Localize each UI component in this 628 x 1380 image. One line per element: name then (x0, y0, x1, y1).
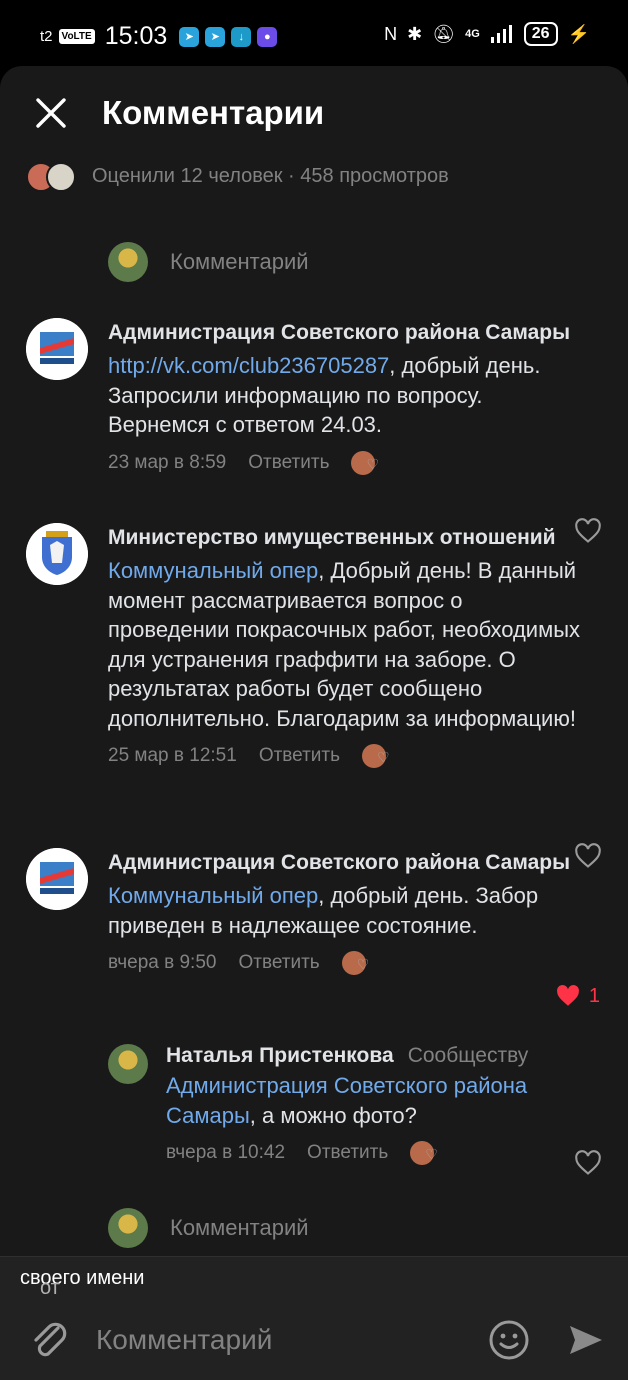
avatar[interactable] (108, 1044, 148, 1084)
close-icon[interactable] (34, 96, 68, 130)
sender-prefix: от (40, 1277, 60, 1299)
bluetooth-icon: ✱ (407, 23, 423, 44)
signal-icon (490, 25, 512, 43)
nfc-icon: N (384, 23, 398, 44)
carrier-label: t2 (40, 28, 53, 45)
admin-logo-icon (26, 318, 88, 380)
send-icon[interactable] (566, 1320, 606, 1360)
paperclip-icon[interactable] (28, 1318, 68, 1362)
network-type: 4G (465, 28, 480, 40)
avatar (108, 1208, 148, 1248)
reply-button[interactable]: Ответить (238, 952, 319, 974)
sender-name[interactable]: своего имени (20, 1267, 144, 1289)
author-like-indicator: ♡ (362, 743, 396, 769)
comment-text: Коммунальный опер, Добрый день! В данный… (108, 558, 581, 731)
comment-placeholder: Комментарий (170, 249, 309, 274)
like-button[interactable]: 1 (555, 984, 600, 1008)
comment-input-top[interactable]: Комментарий (108, 242, 309, 282)
avatar (46, 162, 76, 192)
reply-button[interactable]: Ответить (248, 452, 329, 474)
comment-author[interactable]: Наталья Пристенкова (166, 1044, 394, 1068)
like-heart-filled-icon (556, 985, 579, 1006)
admin-logo-icon (26, 848, 88, 910)
download-app-icon: ↓ (231, 26, 252, 47)
avatar[interactable] (26, 523, 88, 585)
messenger-icon: ● (257, 26, 278, 47)
like-heart-icon[interactable] (574, 1150, 602, 1176)
comments-sheet: Комментарии Оценили 12 человек · 458 про… (0, 66, 628, 1380)
telegram-icon: ➤ (179, 26, 200, 47)
avatar[interactable] (26, 848, 88, 910)
comment-date: 25 мар в 12:51 (108, 745, 237, 766)
emoji-icon[interactable] (488, 1319, 530, 1361)
comment-text: http://vk.com/club236705287, добрый день… (108, 353, 541, 437)
comment-composer: Комментарий (0, 1300, 628, 1380)
mention-link[interactable]: http://vk.com/club236705287 (108, 353, 389, 378)
charging-icon: ⚡ (567, 23, 590, 44)
comment-date: 23 мар в 8:59 (108, 451, 227, 473)
coat-of-arms-icon (26, 523, 88, 585)
comment-text: Администрация Советского района Самары, … (166, 1073, 528, 1128)
author-like-indicator: ♡ (351, 450, 385, 476)
author-like-indicator: ♡ (410, 1140, 444, 1166)
post-stats[interactable]: Оценили 12 человек · 458 просмотров (92, 165, 449, 188)
comment-placeholder: Комментарий (170, 1215, 309, 1240)
comment-date: вчера в 10:42 (166, 1142, 286, 1163)
reply-button[interactable]: Ответить (307, 1142, 388, 1164)
mute-bell-icon: 🔕︎ (432, 23, 456, 44)
reply-target: Сообществу (407, 1044, 529, 1067)
sender-selector[interactable]: от своего имени (0, 1256, 628, 1301)
status-bar: t2 VoLTE 15:03 ➤ ➤ ↓ ● N ✱ 🔕︎ 4G 26 ⚡ (0, 0, 628, 70)
comment-input-thread[interactable]: Комментарий (108, 1208, 309, 1248)
author-like-indicator: ♡ (341, 950, 376, 976)
comment-text: Коммунальный опер, добрый день. Забор пр… (108, 883, 539, 938)
reply-button[interactable]: Ответить (259, 745, 340, 767)
avatar[interactable] (26, 318, 88, 380)
comment-author[interactable]: Министерство имущественных отношений (108, 523, 598, 553)
clock: 15:03 (104, 22, 168, 50)
composer-input[interactable]: Комментарий (96, 1324, 272, 1356)
comment-date: вчера в 9:50 (108, 952, 217, 973)
likers-avatars[interactable] (26, 162, 76, 192)
comment-author[interactable]: Администрация Советского района Самары (108, 318, 598, 348)
like-count: 1 (588, 984, 600, 1007)
avatar (108, 242, 148, 282)
comment-author[interactable]: Администрация Советского района Самары (108, 848, 598, 878)
mention-link[interactable]: Коммунальный опер (108, 883, 318, 908)
mention-link[interactable]: Коммунальный опер (108, 558, 318, 583)
page-title: Комментарии (102, 94, 325, 131)
telegram-icon: ➤ (205, 26, 226, 47)
battery-level: 26 (523, 22, 558, 46)
volte-badge: VoLTE (58, 29, 95, 44)
